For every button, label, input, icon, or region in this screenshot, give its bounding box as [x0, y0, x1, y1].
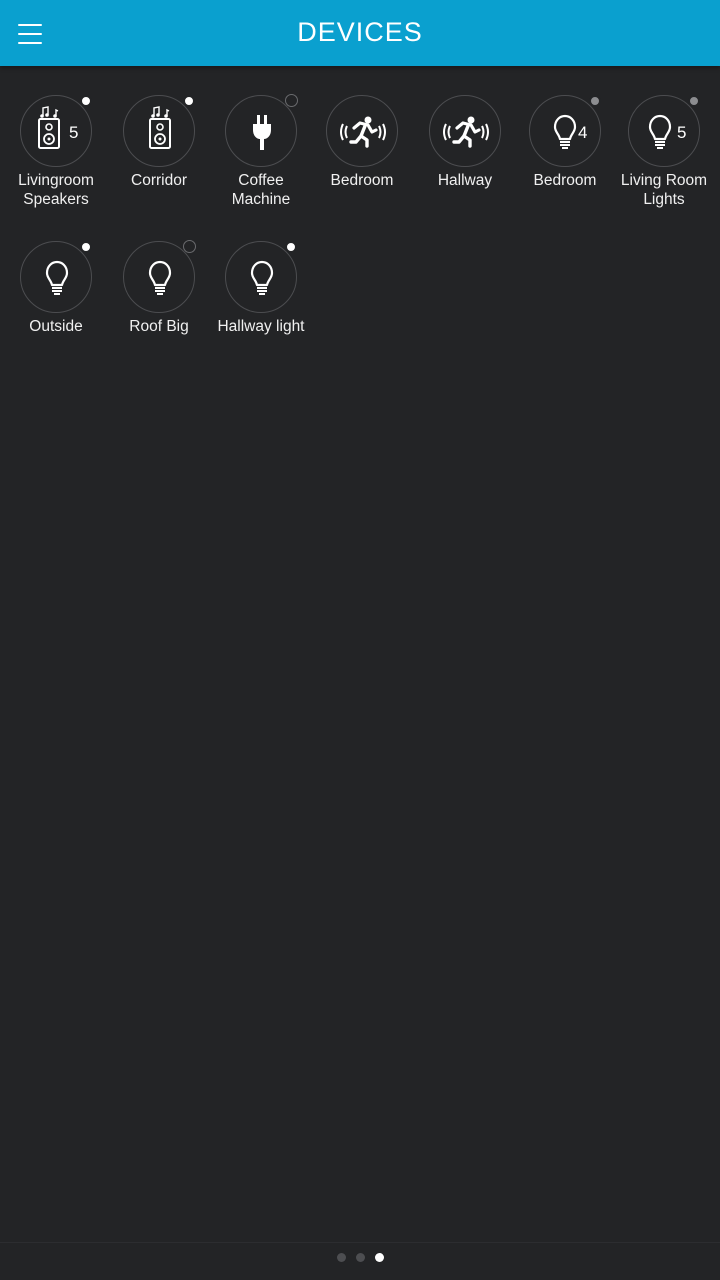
device-corridor[interactable]: Corridor	[104, 95, 214, 190]
device-coffee-machine[interactable]: Coffee Machine	[206, 94, 316, 209]
light-bulb-icon	[45, 260, 69, 295]
device-circle: 5	[20, 95, 92, 167]
device-circle	[123, 95, 195, 167]
device-count: 5	[677, 123, 687, 142]
device-livingroom-speakers[interactable]: 5 Livingroom Speakers	[1, 95, 111, 209]
device-circle: 4	[529, 95, 601, 167]
status-indicator-partial	[688, 95, 700, 107]
page-dot-3-active[interactable]	[374, 1253, 384, 1262]
device-name: Coffee Machine	[231, 172, 291, 208]
status-indicator-on	[183, 95, 195, 107]
device-circle: 5	[628, 95, 700, 167]
device-living-room-lights[interactable]: 5 Living Room Lights	[609, 95, 719, 209]
device-circle	[225, 241, 297, 313]
device-name: Corridor	[131, 172, 187, 189]
motion-sensor-icon	[340, 116, 386, 148]
device-circle	[326, 95, 398, 167]
speaker-music-icon	[38, 106, 60, 149]
page-dot-1[interactable]	[336, 1253, 346, 1262]
status-indicator-on	[80, 241, 92, 253]
device-count: 5	[69, 123, 79, 142]
device-count: 4	[578, 123, 588, 142]
status-indicator-off	[285, 94, 298, 107]
devices-screen: DEVICES 5 Livingroom Speakers Corridor C…	[0, 0, 720, 1280]
light-bulb-icon	[648, 114, 672, 149]
device-name: Roof Big	[129, 318, 189, 335]
device-name: Bedroom	[330, 172, 394, 189]
device-name: Livingroom Speakers	[18, 172, 94, 208]
bottom-divider	[0, 1242, 720, 1243]
device-bedroom-motion[interactable]: Bedroom	[307, 95, 417, 190]
device-circle	[123, 240, 196, 313]
device-name: Hallway	[437, 172, 493, 189]
page-indicator	[0, 1253, 720, 1262]
status-indicator-partial	[589, 95, 601, 107]
device-bedroom-lights[interactable]: 4 Bedroom	[510, 95, 620, 190]
device-name: Living Room Lights	[620, 172, 708, 208]
device-name: Bedroom	[533, 172, 597, 189]
device-name: Outside	[29, 318, 83, 335]
light-bulb-icon	[148, 260, 172, 295]
device-circle	[225, 94, 298, 167]
motion-sensor-icon	[443, 116, 489, 148]
light-bulb-icon	[250, 260, 274, 295]
status-indicator-on	[285, 241, 297, 253]
top-app-bar: DEVICES	[0, 0, 720, 66]
page-title: DEVICES	[297, 17, 423, 47]
device-outside-light[interactable]: Outside	[1, 241, 111, 336]
device-hallway-motion[interactable]: Hallway	[410, 95, 520, 190]
light-bulb-icon	[553, 114, 577, 149]
status-indicator-on	[80, 95, 92, 107]
device-circle	[429, 95, 501, 167]
speaker-music-icon	[149, 106, 171, 149]
plug-icon	[253, 115, 271, 150]
device-circle	[20, 241, 92, 313]
page-dot-2[interactable]	[355, 1253, 365, 1262]
status-indicator-off	[183, 240, 196, 253]
device-roof-big-light[interactable]: Roof Big	[104, 240, 214, 336]
device-hallway-light[interactable]: Hallway light	[206, 241, 316, 336]
device-name: Hallway light	[217, 318, 305, 335]
